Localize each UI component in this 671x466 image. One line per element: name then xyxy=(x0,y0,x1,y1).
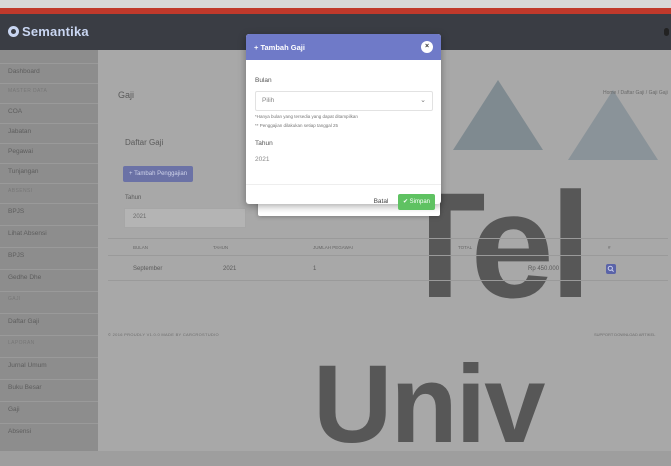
sidebar-row xyxy=(0,335,98,358)
footer-copyright: © 2016 PROUDLY V1.0.0 MADE BY CARCROSTUD… xyxy=(108,332,219,337)
cell-bulan: September xyxy=(133,266,163,272)
sidebar-section-heading: MASTER DATA xyxy=(8,88,48,94)
cell-tahun: 2021 xyxy=(223,266,237,272)
sidebar-item[interactable]: COA xyxy=(8,108,22,115)
brand-logo[interactable]: Semantika xyxy=(8,24,89,39)
year-filter-value: 2021 xyxy=(133,214,147,220)
add-payroll-button[interactable]: + Tambah Penggajian xyxy=(123,166,194,182)
logo-icon xyxy=(8,26,19,37)
breadcrumb: Home / Daftar Gaji / Gaji Gaji xyxy=(603,90,668,96)
col-jumlah: JUMLAH PEGAWAI xyxy=(313,245,353,250)
cancel-button[interactable]: Batal xyxy=(368,194,394,210)
sidebar-item[interactable]: Jurnal Umum xyxy=(8,362,47,369)
chevron-down-icon: ⌄ xyxy=(420,97,426,104)
brand-name: Semantika xyxy=(22,24,89,39)
watermark-text-2: Univ xyxy=(313,343,545,466)
bulan-label: Bulan xyxy=(255,77,272,84)
sidebar-section-heading: ABSENSI xyxy=(8,188,33,194)
user-menu-icon[interactable] xyxy=(664,28,669,36)
bulan-select-value: Pilih xyxy=(262,97,275,104)
sidebar-item[interactable]: Gaji xyxy=(8,406,20,413)
sidebar-section-heading: LAPORAN xyxy=(8,340,35,346)
sidebar-item[interactable]: Buku Besar xyxy=(8,384,42,391)
background-mountain xyxy=(568,90,658,160)
col-actions: # xyxy=(608,245,611,250)
sidebar-item[interactable]: Absensi xyxy=(8,428,31,435)
col-total: TOTAL xyxy=(458,245,473,250)
sidebar: Dashboard MASTER DATA COA Jabatan Pegawai Tun… xyxy=(0,50,98,451)
detail-search-button[interactable] xyxy=(606,264,616,274)
background-mountain xyxy=(453,80,543,150)
bulan-select[interactable]: Pilih ⌄ xyxy=(255,91,433,111)
save-button[interactable]: ✔ Simpan xyxy=(398,194,435,210)
filter-label: Tahun xyxy=(125,195,142,201)
sidebar-row xyxy=(0,291,98,314)
bulan-note-2: ** Penggajian dilakukan setiap tanggal 2… xyxy=(255,123,339,128)
sidebar-item[interactable]: BPJS xyxy=(8,208,24,215)
add-salary-modal: + Tambah Gaji × Bulan Pilih ⌄ *Hanya bul… xyxy=(246,34,441,204)
table-row: September 2021 1 Rp 450.000 xyxy=(108,258,668,281)
modal-title: + Tambah Gaji xyxy=(254,43,305,52)
bulan-note-1: *Hanya bulan yang tersedia yang dapat di… xyxy=(255,114,358,119)
tahun-value: 2021 xyxy=(255,156,270,163)
sidebar-item[interactable]: Jabatan xyxy=(8,128,31,135)
footer-links: SUPPORT DOWNLOAD ARTIKEL xyxy=(594,332,656,337)
sidebar-item[interactable]: Pegawai xyxy=(8,148,33,155)
page-title: Gaji xyxy=(118,90,135,100)
sidebar-item[interactable]: Dashboard xyxy=(8,68,40,75)
browser-top-strip xyxy=(0,0,671,14)
payroll-table-header: BULAN TAHUN JUMLAH PEGAWAI TOTAL # xyxy=(108,238,668,256)
col-bulan: BULAN xyxy=(133,245,149,250)
year-filter-input[interactable]: 2021 xyxy=(124,208,246,228)
tahun-label: Tahun xyxy=(255,140,273,147)
card-title: Daftar Gaji xyxy=(125,138,164,147)
close-icon[interactable]: × xyxy=(421,41,433,53)
cell-total: Rp 450.000 xyxy=(528,266,560,272)
sidebar-item[interactable]: Gedhe Dhe xyxy=(8,274,41,281)
col-tahun: TAHUN xyxy=(213,245,229,250)
search-icon xyxy=(607,265,614,272)
sidebar-item[interactable]: Tunjangan xyxy=(8,168,38,175)
sidebar-item[interactable]: Lihat Absensi xyxy=(8,230,47,237)
cell-jumlah: 1 xyxy=(313,266,317,272)
modal-divider xyxy=(246,184,441,185)
modal-header: + Tambah Gaji × xyxy=(246,34,441,60)
sidebar-item[interactable]: BPJS xyxy=(8,252,24,259)
sidebar-section-heading: GAJI xyxy=(8,296,21,302)
sidebar-item[interactable]: Daftar Gaji xyxy=(8,318,39,325)
